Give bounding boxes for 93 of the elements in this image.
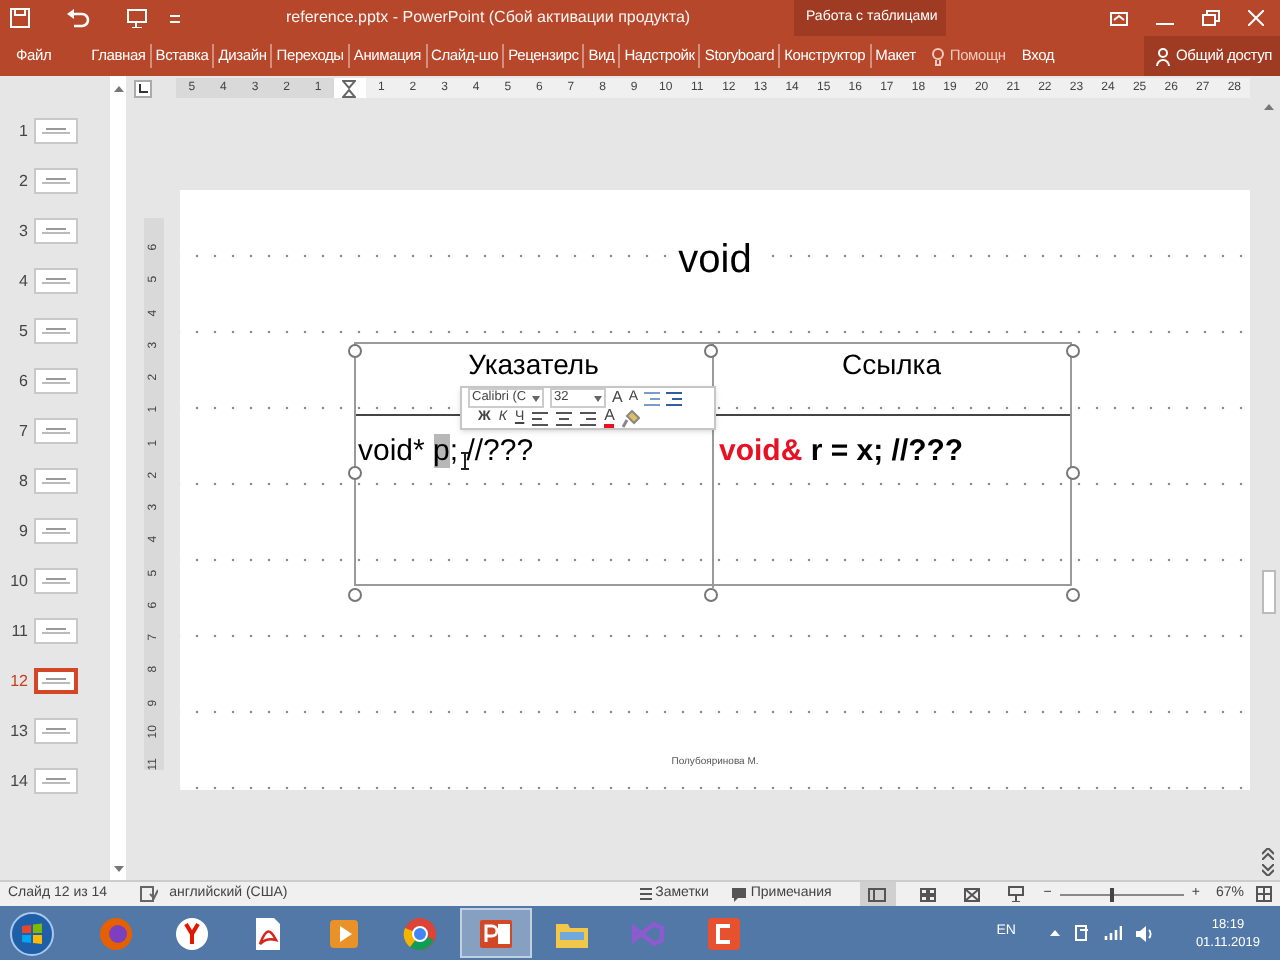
presentation-app-icon <box>478 915 514 951</box>
close-icon[interactable] <box>1248 10 1264 26</box>
comment-icon <box>732 887 747 901</box>
resize-handle[interactable] <box>1066 588 1080 602</box>
next-slide-icon[interactable] <box>1262 864 1274 876</box>
taskbar-app-button[interactable] <box>460 908 532 958</box>
firefox-icon <box>98 915 134 951</box>
slide-thumbnail[interactable] <box>34 268 78 294</box>
slide-number: 9 <box>17 521 28 541</box>
slide-number: 6 <box>17 371 28 391</box>
tab-stop-icon <box>138 83 148 93</box>
align-left-icon[interactable] <box>532 411 549 425</box>
slide-number: 5 <box>17 321 28 341</box>
format-painter-icon[interactable] <box>622 409 641 427</box>
slide-sorter-icon[interactable] <box>919 887 936 901</box>
chrome-icon <box>402 915 438 951</box>
pdf-document-icon <box>250 915 286 951</box>
start-button-icon[interactable] <box>10 911 54 955</box>
resize-handle[interactable] <box>1066 344 1080 358</box>
slide-number: 8 <box>17 471 28 491</box>
slide-number: 10 <box>8 571 28 591</box>
previous-slide-icon[interactable] <box>1262 848 1274 860</box>
resize-handle[interactable] <box>704 588 718 602</box>
window-title: reference.pptx - PowerPoint (Сбой активации продукта) <box>286 6 691 28</box>
resize-handle[interactable] <box>704 344 718 358</box>
slide-thumbnail[interactable] <box>34 768 78 794</box>
resize-handle[interactable] <box>348 588 362 602</box>
align-right-icon[interactable] <box>580 411 597 425</box>
slide-thumbnail[interactable] <box>34 468 78 494</box>
slide-number: 7 <box>17 421 28 441</box>
scroll-up-icon[interactable] <box>1263 104 1273 110</box>
show-hidden-icons-icon[interactable] <box>1049 930 1060 936</box>
slide-thumbnail[interactable] <box>34 368 78 394</box>
reading-view-icon[interactable] <box>963 887 980 901</box>
slide-number: 14 <box>8 771 28 791</box>
scroll-up-icon[interactable] <box>113 85 123 91</box>
cell-code-text: void* p; //??? <box>358 434 534 468</box>
fit-to-window-icon[interactable] <box>1256 886 1272 902</box>
cell-code-text: void& r = x; //??? <box>719 434 964 468</box>
volume-icon[interactable] <box>1135 925 1154 941</box>
tab-selector[interactable] <box>134 79 152 97</box>
slide-number: 3 <box>17 221 28 241</box>
slide-thumbnail[interactable] <box>34 618 78 644</box>
slideshow-icon[interactable] <box>126 8 150 28</box>
slideshow-icon[interactable] <box>1007 886 1024 902</box>
slide-number: 13 <box>8 721 28 741</box>
slide-number: 11 <box>9 621 28 641</box>
grow-font-button[interactable]: A <box>612 388 623 408</box>
slide-thumbnail[interactable] <box>34 518 78 544</box>
ribbon-display-icon[interactable] <box>1110 11 1128 25</box>
c-logo-icon <box>706 915 742 951</box>
slide-thumbnail[interactable] <box>34 318 78 344</box>
slide-thumbnail[interactable] <box>34 668 78 694</box>
slide-number: 1 <box>17 121 28 141</box>
scroll-thumb[interactable] <box>1261 570 1275 614</box>
slide-thumbnail[interactable] <box>34 568 78 594</box>
save-icon[interactable] <box>10 8 30 28</box>
scrollbar[interactable] <box>1256 100 1280 880</box>
play-icon <box>326 915 362 951</box>
slide-number: 4 <box>17 271 28 291</box>
network-device-icon[interactable] <box>1073 924 1090 942</box>
text-cursor-icon <box>460 452 470 470</box>
increase-indent-icon[interactable] <box>666 391 683 405</box>
customize-icon[interactable] <box>170 13 180 23</box>
resize-handle[interactable] <box>1066 466 1080 480</box>
slide-thumbnail[interactable] <box>34 418 78 444</box>
person-icon <box>1156 47 1170 65</box>
spelling-icon[interactable] <box>139 886 158 902</box>
restore-icon[interactable] <box>1202 10 1220 26</box>
slide-number: 12 <box>8 671 28 691</box>
dropdown-icon <box>532 395 540 401</box>
zoom-slider-thumb[interactable] <box>1109 887 1114 901</box>
align-center-icon[interactable] <box>556 411 573 425</box>
indent-marker-icon[interactable] <box>342 79 357 97</box>
normal-view-icon <box>868 887 887 901</box>
font-color-button[interactable]: A <box>604 408 615 428</box>
resize-handle[interactable] <box>348 344 362 358</box>
slide-thumbnail[interactable] <box>34 218 78 244</box>
notes-icon <box>639 888 652 900</box>
resize-handle[interactable] <box>348 466 362 480</box>
scroll-down-icon[interactable] <box>113 866 123 872</box>
undo-icon[interactable] <box>66 8 90 28</box>
lightbulb-icon <box>931 47 944 65</box>
normal-view-button[interactable] <box>859 882 896 906</box>
browser-icon <box>174 915 210 951</box>
dropdown-icon <box>594 395 602 401</box>
decrease-indent-icon[interactable] <box>644 391 661 405</box>
scrollbar[interactable] <box>110 100 126 880</box>
slide-thumbnail[interactable] <box>34 168 78 194</box>
signal-icon[interactable] <box>1103 926 1122 940</box>
slide-thumbnail[interactable] <box>34 118 78 144</box>
slide-thumbnail[interactable] <box>34 718 78 744</box>
slide-number: 2 <box>17 171 28 191</box>
